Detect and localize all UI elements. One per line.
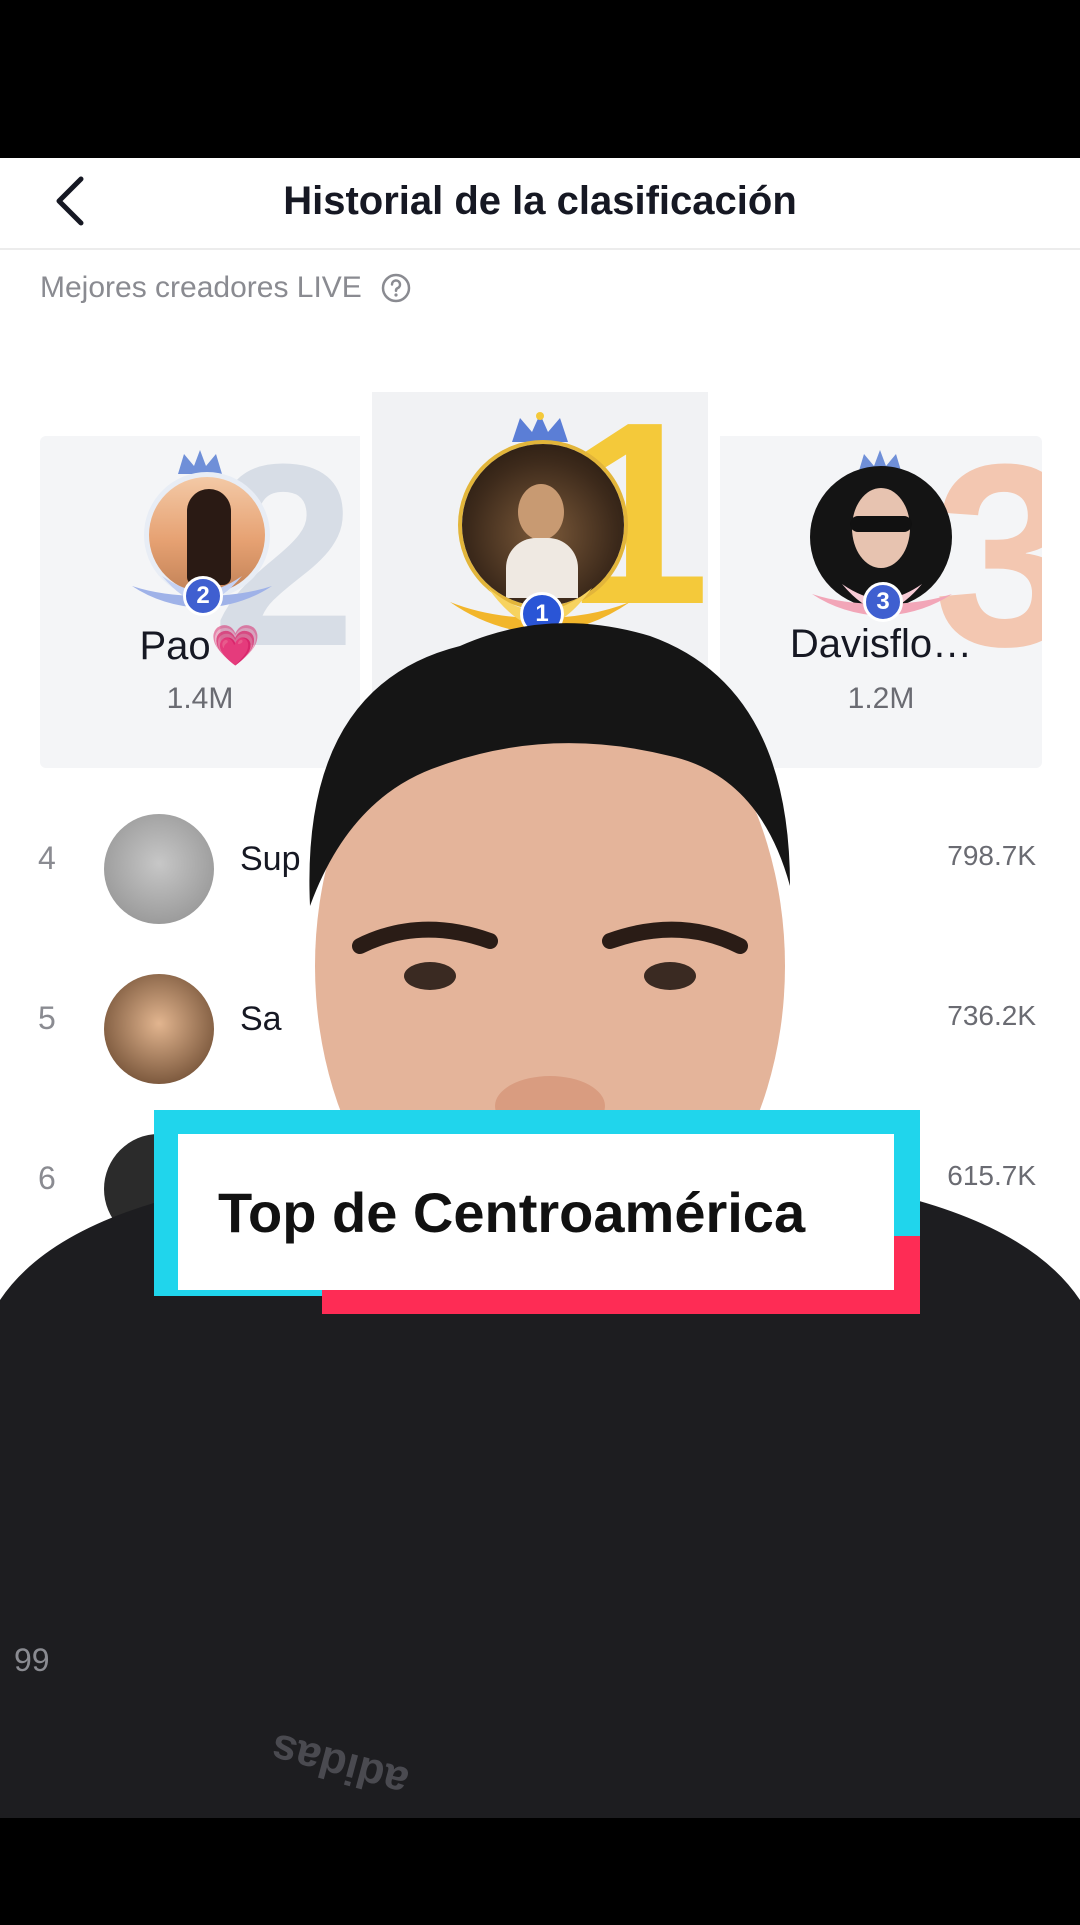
row-name: Sa [240, 1000, 282, 1038]
rank-badge: 3 [863, 582, 903, 622]
partial-rank-text: 99 [14, 1642, 50, 1678]
page-title: Historial de la clasificación [283, 178, 797, 223]
question-circle-icon[interactable] [380, 272, 412, 304]
caption-text: Top de Centroamérica [178, 1134, 894, 1290]
row-score: 798.7K [947, 840, 1036, 871]
caption-sticker: Top de Centroamérica [154, 1110, 920, 1314]
avatar [104, 814, 214, 924]
rank-badge: 2 [183, 576, 223, 616]
row-score: 736.2K [947, 1000, 1036, 1031]
section-header: Mejores creadores LIVE [40, 266, 412, 310]
avatar [104, 974, 214, 1084]
header: Historial de la clasificación [0, 158, 1080, 250]
status-bar-area [0, 0, 1080, 158]
row-rank: 4 [38, 840, 56, 876]
bottom-bar-area [0, 1818, 1080, 1920]
crown-icon [512, 412, 568, 442]
row-rank: 5 [38, 1000, 56, 1036]
section-label: Mejores creadores LIVE [40, 271, 362, 304]
